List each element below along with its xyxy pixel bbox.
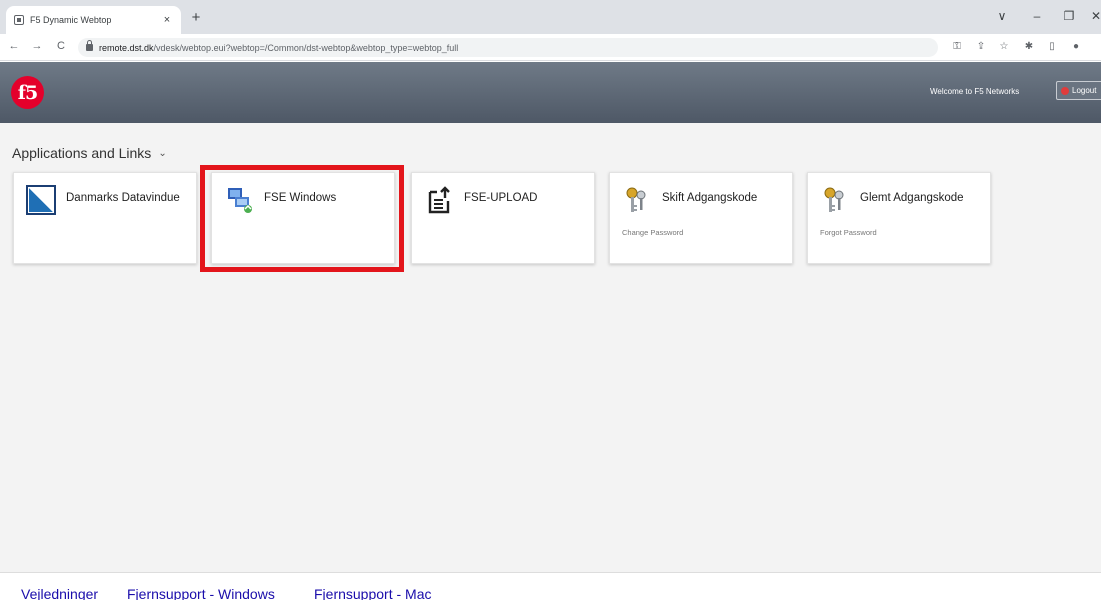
key-icon[interactable]: ⚿ [950,41,964,52]
address-bar[interactable]: remote.dst.dk /vdesk/webtop.eui?webtop=/… [78,38,938,57]
logout-label: Logout [1072,86,1097,95]
tile-subtitle: Forgot Password [820,228,877,237]
logout-icon [1061,86,1069,95]
tab-title: F5 Dynamic Webtop [30,15,112,25]
link-fjernsupport-mac[interactable]: Fjernsupport - Mac [314,586,431,600]
star-icon[interactable]: ☆ [997,41,1011,52]
logout-button[interactable]: Logout [1056,81,1101,100]
link-fjernsupport-windows[interactable]: Fjernsupport - Windows [127,586,275,600]
keys-icon [626,187,646,212]
browser-tab[interactable]: F5 Dynamic Webtop × [6,6,181,34]
url-path: /vdesk/webtop.eui?webtop=/Common/dst-web… [153,42,459,53]
maximize-icon[interactable]: ❐ [1061,9,1077,23]
highlight-box [200,165,404,272]
tile-skift-adgangskode[interactable]: Skift Adgangskode Change Password [609,172,793,264]
tile-fse-upload[interactable]: FSE-UPLOAD [411,172,595,264]
tile-danmarks-datavindue[interactable]: Danmarks Datavindue [13,172,197,264]
section-toggle[interactable]: Applications and Links ⌄ [12,145,167,161]
tile-subtitle: Change Password [622,228,684,237]
link-vejledninger[interactable]: Vejledninger [21,586,98,600]
tile-glemt-adgangskode[interactable]: Glemt Adgangskode Forgot Password [807,172,991,264]
reload-icon[interactable]: C [54,40,68,52]
keys-icon [824,187,844,212]
sidepanel-icon[interactable]: ▯ [1045,41,1059,52]
f5-logo: f5 [11,76,44,109]
profile-icon[interactable]: ● [1069,41,1083,52]
tab-close-icon[interactable]: × [161,14,173,26]
page-favicon-icon [14,15,24,25]
share-icon[interactable]: ⇪ [974,41,988,52]
welcome-text: Welcome to F5 Networks [930,87,1020,96]
chevron-down-icon: ⌄ [158,147,167,159]
section-title: Applications and Links [12,145,152,161]
tile-title: FSE-UPLOAD [464,192,538,204]
url-host: remote.dst.dk [99,42,154,53]
browser-toolbar: ← → C remote.dst.dk /vdesk/webtop.eui?we… [0,34,1101,61]
new-tab-button[interactable]: + [187,10,205,26]
datavindue-icon [26,185,56,215]
tab-search-icon[interactable]: ∨ [994,9,1010,23]
tile-title: Skift Adgangskode [662,192,758,204]
forward-icon[interactable]: → [30,40,44,52]
upload-icon [428,186,450,214]
back-icon[interactable]: ← [7,40,21,52]
browser-tab-bar: F5 Dynamic Webtop × + ∨ – ❐ ✕ [0,0,1101,34]
lock-icon[interactable] [86,40,93,51]
tile-title: Glemt Adgangskode [860,192,964,204]
extensions-icon[interactable]: ✱ [1022,41,1036,52]
footer: Vejledninger Fjernsupport - Windows Fjer… [0,572,1101,600]
minimize-icon[interactable]: – [1029,9,1045,23]
tile-title: Danmarks Datavindue [66,192,180,204]
close-window-icon[interactable]: ✕ [1088,9,1101,23]
